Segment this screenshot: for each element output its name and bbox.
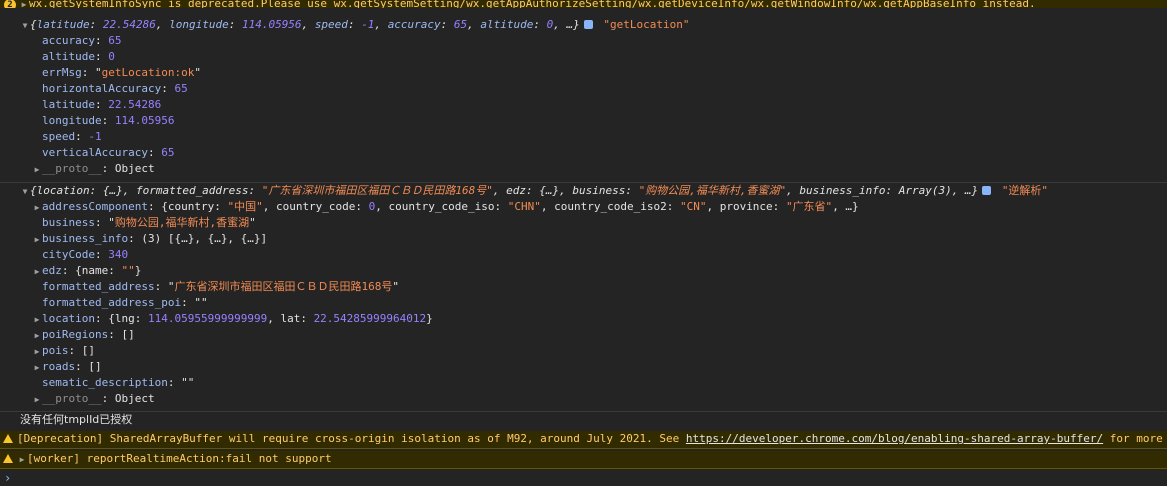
- prop-location[interactable]: ▶ location: {lng: 114.05955999999999, lat…: [0, 311, 1167, 327]
- expand-triangle-icon[interactable]: ▶: [32, 312, 42, 327]
- console-prompt[interactable]: ›: [0, 470, 1167, 486]
- warning-count-badge: 2: [4, 0, 16, 8]
- warning-sharedarraybuffer[interactable]: [Deprecation] SharedArrayBuffer will req…: [0, 431, 1167, 449]
- prop-business-info[interactable]: ▶ business_info: (3) [{…}, {…}, {…}]: [0, 231, 1167, 247]
- warning-message: wx.getSystemInfoSync is deprecated.Pleas…: [29, 0, 1036, 8]
- prompt-chevron-icon: ›: [4, 471, 12, 485]
- prop-cityCode: cityCode: 340: [42, 248, 129, 261]
- info-icon[interactable]: [982, 186, 992, 195]
- prop-errMsg: errMsg: "getLocation:ok": [42, 66, 201, 79]
- log-entry-geocode-summary[interactable]: ▼ {location: {…}, formatted_address: "广东省…: [0, 182, 1167, 199]
- expand-triangle-icon[interactable]: ▶: [32, 264, 42, 279]
- prop-formatted-address-poi: formatted_address_poi: "": [42, 296, 208, 309]
- log-entry-plain: 没有任何tmplId已授权: [0, 411, 1167, 428]
- prop-speed: speed: -1: [42, 130, 102, 143]
- collapse-triangle-icon[interactable]: ▼: [20, 184, 30, 199]
- info-icon[interactable]: [583, 20, 593, 29]
- prop-verticalAccuracy: verticalAccuracy: 65: [42, 146, 175, 159]
- log-tag: "逆解析": [1001, 184, 1049, 197]
- proto-row[interactable]: ▶ __proto__: Object: [0, 161, 1167, 177]
- prop-addressComponent[interactable]: ▶ addressComponent: {country: "中国", count…: [0, 199, 1167, 215]
- deprecation-warning-row[interactable]: 2 ▶ wx.getSystemInfoSync is deprecated.Ple…: [0, 0, 1167, 8]
- prop-pois[interactable]: ▶ pois: []: [0, 343, 1167, 359]
- expand-triangle-icon[interactable]: ▶: [32, 200, 42, 215]
- expand-triangle-icon[interactable]: ▶: [32, 162, 42, 177]
- warning-icon: [3, 454, 13, 463]
- prop-sematic-description: sematic_description: "": [42, 376, 195, 389]
- prop-horizontalAccuracy: horizontalAccuracy: 65: [42, 82, 188, 95]
- prop-roads[interactable]: ▶ roads: []: [0, 359, 1167, 375]
- expand-triangle-icon[interactable]: ▶: [32, 328, 42, 343]
- prop-latitude: latitude: 22.54286: [42, 98, 162, 111]
- expand-triangle-icon[interactable]: ▶: [32, 344, 42, 359]
- log-entry-location-summary[interactable]: ▼ {latitude: 22.54286, longitude: 114.059…: [0, 17, 1167, 33]
- docs-link[interactable]: https://developer.chrome.com/blog/enabli…: [686, 432, 1103, 445]
- warning-worker[interactable]: ▶ [worker] reportRealtimeAction:fail not …: [0, 451, 1167, 469]
- warning-icon: [3, 434, 13, 443]
- prop-business: business: "购物公园,福华新村,香蜜湖": [42, 216, 256, 229]
- prop-formatted-address: formatted_address: "广东省深圳市福田区福田ＣＢＤ民田路168…: [42, 280, 399, 293]
- log-tag: "getLocation": [603, 18, 690, 31]
- expand-triangle-icon[interactable]: ▶: [19, 0, 29, 8]
- expand-triangle-icon[interactable]: ▶: [32, 360, 42, 375]
- prop-poiRegions[interactable]: ▶ poiRegions: []: [0, 327, 1167, 343]
- expand-triangle-icon[interactable]: ▶: [32, 232, 42, 247]
- prop-edz[interactable]: ▶ edz: {name: ""}: [0, 263, 1167, 279]
- expand-triangle-icon[interactable]: ▶: [17, 452, 27, 468]
- expand-triangle-icon[interactable]: ▶: [32, 392, 42, 407]
- prop-altitude: altitude: 0: [42, 50, 115, 63]
- prop-accuracy: accuracy: 65: [42, 34, 122, 47]
- collapse-triangle-icon[interactable]: ▼: [20, 18, 30, 33]
- prop-longitude: longitude: 114.05956: [42, 114, 175, 127]
- proto-row[interactable]: ▶ __proto__: Object: [0, 391, 1167, 407]
